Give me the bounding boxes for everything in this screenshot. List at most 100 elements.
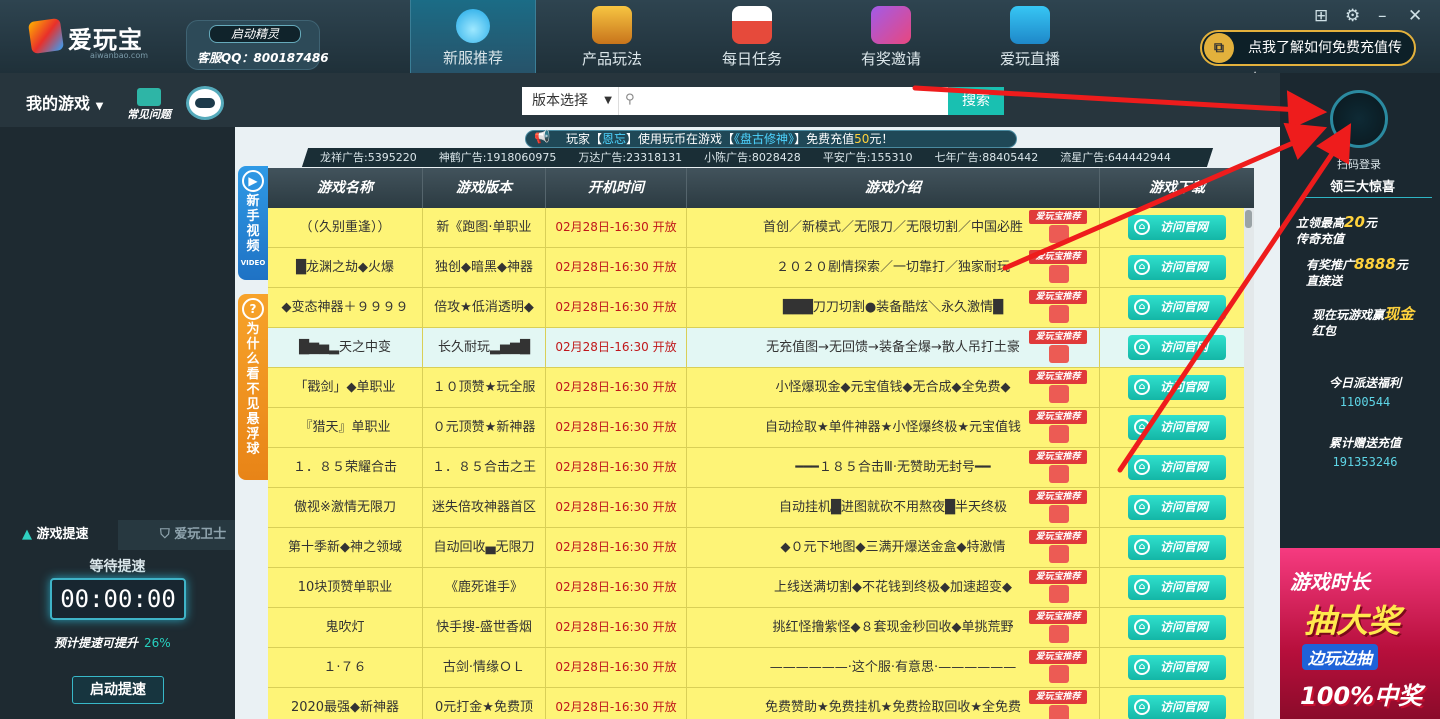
game-intro-cell: 上线送满切割◆不花钱到终极◆加速超变◆ 爱玩宝推荐 [687, 568, 1100, 607]
visit-site-label: 访问官网 [1159, 460, 1208, 474]
today-welfare-stat: 今日派送福利 1100544 [1300, 374, 1430, 409]
ad-item[interactable]: 龙祥广告:5395220 [320, 149, 417, 165]
qr-login-avatar[interactable] [1330, 90, 1388, 148]
table-row[interactable]: █▆▅▂天之中变 长久耐玩▂▅▆█ 02月28日-16:30 开放 无充值图→无回馈→… [268, 328, 1244, 368]
game-intro-cell: 无充值图→无回馈→装备全爆→散人吊打土豪 爱玩宝推荐 [687, 328, 1100, 367]
ticker-player: 恩忘 [602, 132, 627, 146]
visit-site-button[interactable]: ⌂ 访问官网 [1128, 255, 1226, 280]
table-row[interactable]: １．８５荣耀合击 １．８５合击之王 02月28日-16:30 开放 ━━━１８５合击Ⅲ… [268, 448, 1244, 488]
ad-item[interactable]: 万达广告:23318131 [578, 149, 682, 165]
tab-char: 浮 [246, 427, 260, 442]
visit-site-button[interactable]: ⌂ 访问官网 [1128, 295, 1226, 320]
scrollbar-thumb[interactable] [1245, 210, 1252, 228]
question-icon: ? [242, 298, 264, 320]
home-icon: ⌂ [1134, 379, 1150, 395]
table-row[interactable]: ◆变态神器＋９９９９ 倍攻★低消透明◆ 02月28日-16:30 开放 ███刀刀切割… [268, 288, 1244, 328]
book-icon [137, 88, 161, 106]
download-cell: ⌂ 访问官网 [1100, 648, 1244, 687]
tab-gameplay[interactable]: 产品玩法 [549, 0, 675, 73]
tab-game-boost[interactable]: ▲ 游戏提速 [0, 520, 118, 550]
search-button[interactable]: 搜索 [948, 87, 1004, 115]
table-header: 游戏名称 游戏版本 开机时间 游戏介绍 游戏下载 [268, 168, 1254, 208]
tab-char: 见 [246, 397, 260, 412]
recommend-badge: 爱玩宝推荐 [1029, 690, 1087, 719]
ad-item[interactable]: 小陈广告:8028428 [704, 149, 801, 165]
search-input[interactable] [645, 91, 945, 111]
gear-icon[interactable]: ⚙ [1345, 6, 1360, 26]
start-helper-button[interactable]: 启动精灵 [209, 25, 301, 43]
version-select[interactable]: 版本选择 ▼ [522, 87, 618, 115]
game-intro: ━━━１８５合击Ⅲ·无赞助无封号━━ [795, 460, 991, 475]
ticker-game: 《盘古修神》 [734, 132, 795, 146]
visit-site-button[interactable]: ⌂ 访问官网 [1128, 335, 1226, 360]
newbie-video-tab[interactable]: ▶ 新手视频 VIDEO [238, 166, 268, 280]
visit-site-button[interactable]: ⌂ 访问官网 [1128, 615, 1226, 640]
tab-label: 游戏提速 [36, 527, 89, 542]
faq-button[interactable]: 常见问题 [124, 88, 174, 122]
promo-referral[interactable]: 有奖推广8888元 直接送 [1306, 256, 1440, 289]
table-row[interactable]: 『猎天』单职业 ０元顶赞★新神器 02月28日-16:30 开放 自动捡取★单件神器★… [268, 408, 1244, 448]
tab-char: 不 [246, 382, 260, 397]
tab-guard[interactable]: ⛉ 爱玩卫士 [140, 520, 226, 550]
table-row[interactable]: （（久别重逢）） 新《跑图·单职业 02月28日-16:30 开放 首创／新模式／无限… [268, 208, 1244, 248]
free-recharge-button[interactable]: ⧉ 点我了解如何免费充值传奇 [1200, 30, 1416, 88]
thumbs-up-icon [1049, 465, 1069, 483]
table-row[interactable]: 10块顶赞单职业 《鹿死谁手》 02月28日-16:30 开放 上线送满切割◆不花钱到… [268, 568, 1244, 608]
promo-text: 红包 [1312, 324, 1337, 338]
promo-recharge[interactable]: 立领最高20元 传奇充值 [1296, 214, 1430, 247]
game-intro: 上线送满切割◆不花钱到终极◆加速超变◆ [774, 580, 1012, 595]
visit-site-button[interactable]: ⌂ 访问官网 [1128, 495, 1226, 520]
ad-item[interactable]: 神鹤广告:1918060975 [439, 149, 557, 165]
tab-daily-tasks[interactable]: 每日任务 [689, 0, 815, 73]
tab-invite[interactable]: 有奖邀请 [828, 0, 954, 73]
prediction-label: 预计提速可提升 [54, 636, 139, 650]
column-header: 游戏下载 [1149, 180, 1205, 196]
my-games-dropdown[interactable]: 我的游戏 ▼ [26, 90, 103, 114]
game-version: 古剑·情缘ＯＬ [423, 648, 546, 687]
robot-assistant-icon[interactable] [186, 86, 224, 120]
recommend-badge: 爱玩宝推荐 [1029, 370, 1087, 404]
visit-site-button[interactable]: ⌂ 访问官网 [1128, 455, 1226, 480]
table-row[interactable]: 傲视※激情无限刀 迷失倍攻神器首区 02月28日-16:30 开放 自动挂机█进图就砍… [268, 488, 1244, 528]
toolbox-icon[interactable]: ⊞ [1314, 6, 1328, 26]
ad-item[interactable]: 七年广告:88405442 [935, 149, 1039, 165]
visit-site-label: 访问官网 [1159, 660, 1208, 674]
download-cell: ⌂ 访问官网 [1100, 208, 1244, 247]
tab-new-servers[interactable]: 新服推荐 [410, 0, 536, 73]
download-cell: ⌂ 访问官网 [1100, 328, 1244, 367]
table-row[interactable]: 第十季新◆神之领域 自动回收▄无限刀 02月28日-16:30 开放 ◆０元下地图◆三… [268, 528, 1244, 568]
tab-live[interactable]: 爱玩直播 [967, 0, 1093, 73]
visit-site-button[interactable]: ⌂ 访问官网 [1128, 655, 1226, 680]
ad-item[interactable]: 平安广告:155310 [823, 149, 913, 165]
visit-site-button[interactable]: ⌂ 访问官网 [1128, 575, 1226, 600]
lottery-banner[interactable]: 游戏时长 抽大奖 边玩边抽 100%中奖 [1280, 548, 1440, 719]
visit-site-button[interactable]: ⌂ 访问官网 [1128, 415, 1226, 440]
recommend-badge: 爱玩宝推荐 [1029, 650, 1087, 684]
scrollbar[interactable] [1244, 208, 1254, 719]
floating-ball-help-tab[interactable]: ? 为什么看不见悬浮球 [238, 294, 268, 480]
table-row[interactable]: █龙渊之劫◆火爆 独创◆暗黑◆神器 02月28日-16:30 开放 ２０２０剧情探索／… [268, 248, 1244, 288]
promo-text: 元 [1364, 216, 1377, 230]
three-surprises-link[interactable]: 领三大惊喜 [1300, 176, 1432, 198]
ad-item[interactable]: 流星广告:644442944 [1060, 149, 1171, 165]
promo-cash[interactable]: 现在玩游戏赢现金 红包 [1312, 306, 1440, 339]
visit-site-button[interactable]: ⌂ 访问官网 [1128, 535, 1226, 560]
game-name: １·７６ [268, 648, 423, 687]
game-intro-cell: ——————·这个服·有意思·—————— 爱玩宝推荐 [687, 648, 1100, 687]
table-row[interactable]: 2020最强◆新神器 0元打金★免费顶 02月28日-16:30 开放 免费赞助★免费… [268, 688, 1244, 719]
minimize-icon[interactable]: – [1378, 6, 1387, 26]
visit-site-button[interactable]: ⌂ 访问官网 [1128, 215, 1226, 240]
game-intro: 挑红怪撸紫怪◆８套现金秒回收◆单挑荒野 [772, 620, 1014, 635]
table-row[interactable]: １·７６ 古剑·情缘ＯＬ 02月28日-16:30 开放 ——————·这个服·有意思… [268, 648, 1244, 688]
close-icon[interactable]: ✕ [1408, 6, 1422, 26]
home-icon: ⌂ [1134, 619, 1150, 635]
game-name: 第十季新◆神之领域 [268, 528, 423, 567]
visit-site-label: 访问官网 [1159, 420, 1208, 434]
start-boost-button[interactable]: 启动提速 [72, 676, 164, 704]
ticker-amount: 50 [854, 132, 870, 146]
table-row[interactable]: 鬼吹灯 快手搜-盛世香烟 02月28日-16:30 开放 挑红怪撸紫怪◆８套现金秒回收… [268, 608, 1244, 648]
visit-site-button[interactable]: ⌂ 访问官网 [1128, 695, 1226, 719]
top-bar: 爱玩宝 aiwanbao.com 启动精灵 客服QQ：800187486 新服推… [0, 0, 1440, 88]
table-row[interactable]: 「戳剑」◆单职业 １０顶赞★玩全服 02月28日-16:30 开放 小怪爆现金◆元宝值… [268, 368, 1244, 408]
visit-site-button[interactable]: ⌂ 访问官网 [1128, 375, 1226, 400]
